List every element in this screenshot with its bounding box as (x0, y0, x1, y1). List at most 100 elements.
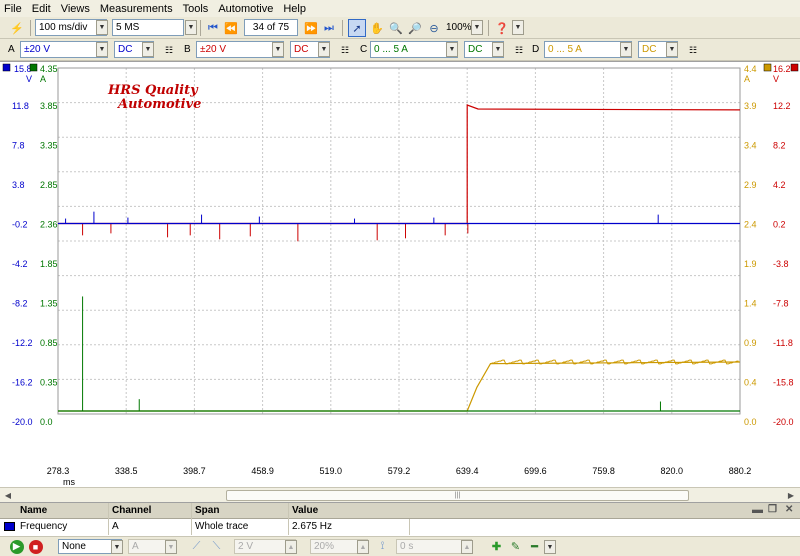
help-icon[interactable]: ❓ (493, 19, 511, 37)
scroll-left-icon[interactable]: ◀ (2, 489, 14, 501)
scroll-right-icon[interactable]: ▶ (785, 489, 797, 501)
axis-b-tick-label: -11.8 (773, 338, 793, 348)
channel-d-range-dropdown-icon[interactable]: ▼ (620, 42, 632, 57)
axis-c-unit-label: A (40, 74, 46, 84)
zoom-dropdown-icon[interactable]: ▼ (471, 20, 483, 35)
restore-icon[interactable]: ❐ (768, 504, 777, 515)
channel-c-letter: C (360, 44, 368, 55)
delay-icon[interactable]: ⟟ (374, 538, 391, 555)
axis-d-tick-label: 0.4 (744, 378, 757, 388)
rising-edge-icon[interactable]: ⟋ (188, 538, 205, 555)
scope-plot[interactable]: 15.8V4.35A4.4A16.2V11.8 3.85 3.9 12.27.8 3.3… (0, 62, 800, 488)
col-name-header[interactable]: Name (20, 505, 47, 516)
col-value-header[interactable]: Value (292, 505, 318, 516)
channel-d-coupling-dropdown-icon[interactable]: ▼ (666, 42, 678, 57)
menu-edit[interactable]: Edit (32, 3, 51, 15)
axis-d-tick-label: 2.9 (744, 180, 757, 190)
autosetup-icon[interactable]: ⚡ (8, 19, 26, 37)
edit-measurement-icon[interactable]: ✎ (507, 538, 524, 555)
axis-a-tick-label: -8.2 (12, 299, 28, 309)
buffer-position-field[interactable]: 34 of 75 (244, 19, 298, 36)
x-tick-label: 699.6 (524, 466, 547, 476)
prev-buffer-icon[interactable]: ⏪ (222, 19, 240, 37)
channel-d-options-icon[interactable]: ☷ (684, 41, 702, 59)
channel-d-range[interactable]: 0 ... 5 A (544, 41, 632, 58)
channel-a-range[interactable]: ±20 V (20, 41, 108, 58)
axis-b-unit-label: V (773, 74, 779, 84)
measurements-header: Name Channel Span Value ▬ ❐ ✕ (0, 503, 800, 519)
channel-a-range-dropdown-icon[interactable]: ▼ (96, 42, 108, 57)
trigger-mode-dropdown-icon[interactable]: ▼ (111, 540, 123, 554)
axis-d-swatch-icon (763, 63, 772, 72)
axis-b-top-label: 16.2 (773, 64, 791, 74)
horizontal-scrollbar[interactable]: ◀ ||| ▶ (0, 487, 800, 502)
minimize-icon[interactable]: ▬ (752, 504, 763, 516)
col-channel-header[interactable]: Channel (112, 505, 151, 516)
scroll-thumb[interactable]: ||| (226, 490, 689, 501)
menu-bar: File Edit Views Measurements Tools Autom… (0, 0, 800, 17)
channel-a-coupling-dropdown-icon[interactable]: ▼ (142, 42, 154, 57)
measurement-menu-dropdown-icon[interactable]: ▼ (544, 540, 556, 554)
menu-file[interactable]: File (4, 3, 22, 15)
watermark-line2: Automotive (116, 97, 201, 112)
axis-a-tick-label: -16.2 (12, 378, 33, 388)
channel-b-range[interactable]: ±20 V (196, 41, 284, 58)
axis-d-tick-label: 1.4 (744, 299, 757, 309)
channel-c-coupling-dropdown-icon[interactable]: ▼ (492, 42, 504, 57)
channel-c-options-icon[interactable]: ☷ (510, 41, 528, 59)
last-buffer-icon[interactable]: ⏭ (320, 19, 338, 37)
pointer-tool-icon[interactable]: ➚ (348, 19, 366, 37)
channel-c-range[interactable]: 0 ... 5 A (370, 41, 458, 58)
scope-view[interactable]: 15.8 V 4.35 A 4.4 A 16.2 V 11.8 3.85 3.9 12.2 7.8 3.3… (0, 61, 800, 488)
channel-a-letter: A (8, 44, 15, 55)
zoom-fit-icon[interactable]: ⊖ (425, 19, 443, 37)
add-measurement-icon[interactable]: ✚ (488, 538, 505, 555)
col-span-header[interactable]: Span (195, 505, 219, 516)
falling-edge-icon[interactable]: ⟍ (208, 538, 225, 555)
menu-tools[interactable]: Tools (183, 3, 209, 15)
channel-b-coupling-dropdown-icon[interactable]: ▼ (318, 42, 330, 57)
axis-d-tick-label: 3.9 (744, 101, 757, 111)
help-dropdown-icon[interactable]: ▼ (512, 20, 524, 35)
channel-b-range-dropdown-icon[interactable]: ▼ (272, 42, 284, 57)
first-buffer-icon[interactable]: ⏮ (204, 19, 222, 37)
axis-c-top-label: 4.35 (40, 64, 58, 74)
axis-d-tick-label: 0.9 (744, 338, 757, 348)
axis-d-unit-label: A (744, 74, 750, 84)
channel-c-range-dropdown-icon[interactable]: ▼ (446, 42, 458, 57)
axis-a-unit-label: V (26, 74, 32, 84)
menu-help[interactable]: Help (283, 3, 306, 15)
zoom-in-icon[interactable]: 🔍 (387, 19, 405, 37)
axis-b-tick-label: 12.2 (773, 101, 791, 111)
axis-c-tick-label: 3.35 (40, 141, 58, 151)
table-row[interactable]: Frequency A Whole trace 2.675 Hz (0, 519, 410, 535)
pretrigger-spin-icon[interactable]: ▲ (357, 540, 369, 554)
samples-select[interactable]: 5 MS (112, 19, 184, 36)
delete-measurement-icon[interactable]: ━ (526, 538, 543, 555)
menu-measurements[interactable]: Measurements (100, 3, 173, 15)
close-icon[interactable]: ✕ (785, 504, 793, 515)
axis-a-top-label: 15.8 (14, 64, 32, 74)
trigger-level-spin-icon[interactable]: ▲ (285, 540, 297, 554)
menu-automotive[interactable]: Automotive (218, 3, 273, 15)
x-tick-label: 820.0 (661, 466, 684, 476)
row-name: Frequency (20, 521, 68, 532)
axis-d-tick-label: 2.4 (744, 220, 757, 230)
axis-a-tick-label: 7.8 (12, 141, 25, 151)
x-tick-label: 759.8 (592, 466, 615, 476)
menu-views[interactable]: Views (61, 3, 90, 15)
axis-a-swatch-icon (2, 63, 11, 72)
delay-spin-icon[interactable]: ▲ (461, 540, 473, 554)
channel-b-options-icon[interactable]: ☷ (336, 41, 354, 59)
x-tick-label: 278.3 (47, 466, 70, 476)
next-buffer-icon[interactable]: ⏩ (302, 19, 320, 37)
zoom-out-icon[interactable]: 🔎 (406, 19, 424, 37)
hand-tool-icon[interactable]: ✋ (368, 19, 386, 37)
axis-c-tick-label: 2.85 (40, 180, 58, 190)
trigger-channel-dropdown-icon[interactable]: ▼ (165, 540, 177, 554)
channel-a-options-icon[interactable]: ☷ (160, 41, 178, 59)
stop-icon[interactable]: ■ (27, 538, 44, 555)
start-icon[interactable]: ▶ (8, 538, 25, 555)
samples-dropdown-icon[interactable]: ▼ (185, 20, 197, 35)
timebase-dropdown-icon[interactable]: ▼ (96, 20, 108, 35)
